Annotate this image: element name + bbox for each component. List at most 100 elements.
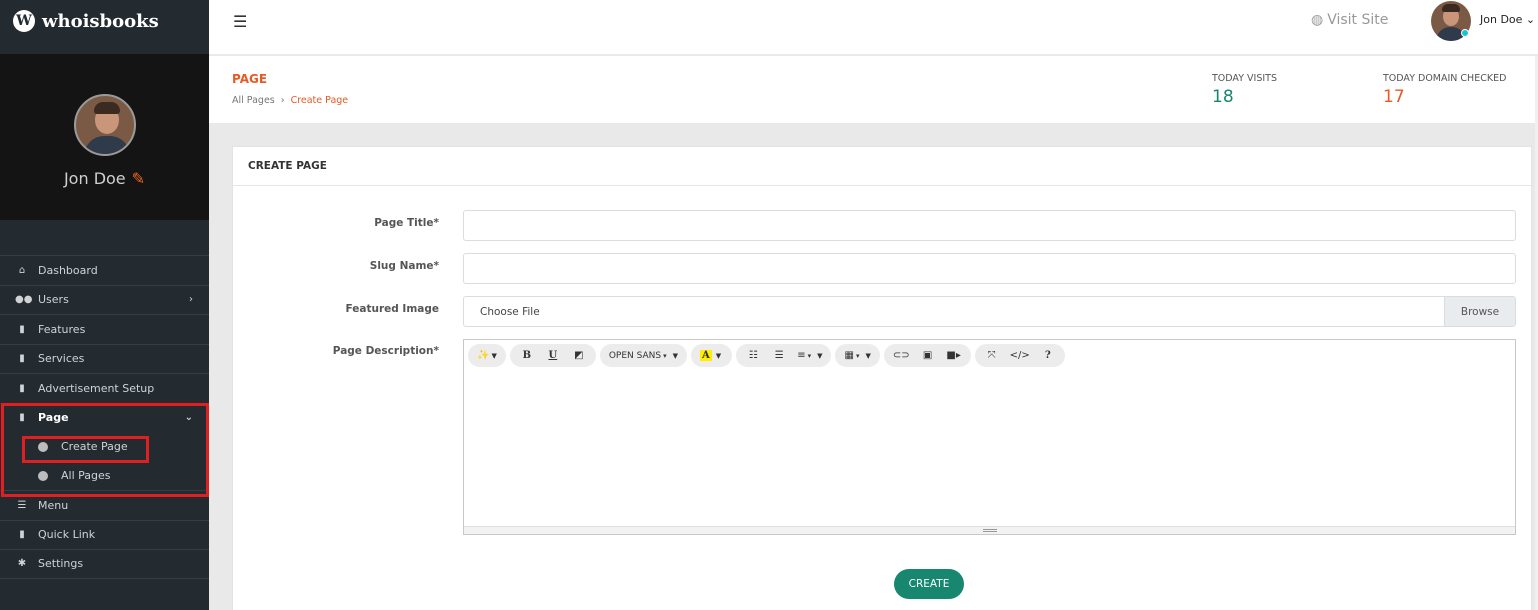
sidebar: W whoisbooks Jon Doe ✎ ⌂ Dashboard ●● Us… [0,0,209,610]
pages-icon: ▮ [19,529,25,541]
sidebar-item-page[interactable]: ▮ Page ⌄ [0,402,209,433]
sidebar-subitem-label: Create Page [61,440,128,453]
sidebar-item-label: Features [38,322,86,336]
create-page-card: CREATE PAGE Page Title* Slug Name* Featu… [232,146,1532,610]
magic-wand-icon[interactable]: ✨ ▼ [474,346,500,366]
bullet-list-icon[interactable]: ☷ [742,346,764,366]
sidebar-item-label: Advertisement Setup [38,381,155,395]
featured-image-file-input[interactable]: Choose File Browse [463,296,1516,327]
bold-icon[interactable]: B [516,346,538,366]
list-icon: ☰ [17,499,27,511]
page-description-label: Page Description* [332,345,439,357]
pages-icon: ▮ [19,412,25,424]
brand-strip [0,42,209,54]
image-icon[interactable]: ▣ [917,346,939,366]
text-color-icon[interactable]: A ▼ [697,346,726,366]
video-icon[interactable]: ■▸ [943,346,965,366]
editor-content-area[interactable] [464,372,1515,526]
brand-name: whoisbooks [42,10,159,32]
toolbar-group-style: ✨ ▼ [468,344,506,367]
rich-text-editor: ✨ ▼ B U ◩ OPEN SANS ▾ ▼ A ▼ ☷ ☰ ≡ ▾ ▼ ▦ ▾ ▼ [463,339,1516,535]
sidebar-subitem-label: All Pages [61,469,111,482]
user-menu-name: Jon Doe [1480,13,1523,26]
profile-panel: Jon Doe ✎ [0,54,209,220]
online-status-icon [1461,29,1469,37]
stat-label: TODAY VISITS [1212,73,1277,84]
users-icon: ●● [15,294,33,306]
toolbar-group-color: A ▼ [691,344,733,367]
brand-logo-icon: W [13,10,35,32]
sidebar-item-label: Menu [38,498,69,512]
user-menu[interactable]: Jon Doe ⌄ [1480,13,1535,26]
eraser-icon[interactable]: ◩ [568,346,590,366]
hamburger-icon[interactable]: ☰ [233,12,247,31]
featured-image-label: Featured Image [345,303,440,315]
stat-label: TODAY DOMAIN CHECKED [1383,73,1507,84]
stat-value: 18 [1212,87,1234,107]
visit-site-label: Visit Site [1327,12,1389,28]
sidebar-item-services[interactable]: ▮ Services [0,343,209,374]
sidebar-item-features[interactable]: ▮ Features [0,314,209,344]
profile-name-text: Jon Doe [63,169,126,188]
align-icon[interactable]: ≡ ▾ ▼ [794,346,825,366]
sidebar-item-menu[interactable]: ☰ Menu [0,490,209,520]
editor-resize-handle[interactable] [464,526,1515,534]
link-icon[interactable]: ⊂⊃ [890,346,913,366]
slug-name-label: Slug Name* [369,260,439,272]
pages-icon: ▮ [19,323,25,335]
visit-site-link[interactable]: ◍ Visit Site [1311,12,1388,28]
sidebar-item-label: Page [38,411,69,425]
underline-icon[interactable]: U [542,346,564,366]
font-family-dropdown[interactable]: OPEN SANS ▾ ▼ [606,346,681,366]
editor-toolbar: ✨ ▼ B U ◩ OPEN SANS ▾ ▼ A ▼ ☷ ☰ ≡ ▾ ▼ ▦ ▾ ▼ [468,344,1065,367]
slug-name-input[interactable] [463,253,1516,284]
pages-icon: ▮ [19,382,25,394]
avatar [73,94,136,156]
edit-icon[interactable]: ✎ [132,169,145,188]
font-family-name: OPEN SANS [608,350,662,361]
sidebar-item-advertisement-setup[interactable]: ▮ Advertisement Setup [0,373,209,403]
sidebar-item-label: Quick Link [38,528,96,542]
browse-button[interactable]: Browse [1444,297,1515,326]
page-header: PAGE All Pages › Create Page TODAY VISIT… [209,56,1538,123]
toolbar-group-font: OPEN SANS ▾ ▼ [599,344,688,367]
ordered-list-icon[interactable]: ☰ [768,346,790,366]
toolbar-group-para: ☷ ☰ ≡ ▾ ▼ [736,344,832,367]
chevron-down-icon: ⌄ [184,412,193,424]
gear-icon: ✱ [17,558,27,570]
pages-icon: ▮ [19,353,25,365]
breadcrumb-separator: › [280,95,285,106]
sidebar-item-dashboard[interactable]: ⌂ Dashboard [0,255,209,285]
toolbar-group-insert: ⊂⊃ ▣ ■▸ [883,344,971,367]
chevron-down-icon: ⌄ [1525,13,1536,26]
sidebar-item-settings[interactable]: ✱ Settings [0,549,209,579]
sidebar-item-label: Users [38,293,69,307]
toolbar-group-table: ▦ ▾ ▼ [835,344,880,367]
sidebar-subitem-create-page[interactable]: Create Page [0,432,209,461]
help-icon[interactable]: ? [1037,346,1059,366]
bullet-icon [38,470,48,481]
toolbar-group-font-style: B U ◩ [509,344,596,367]
code-view-icon[interactable]: </> [1007,346,1033,366]
stat-today-visits: TODAY VISITS 18 [1212,73,1277,107]
stat-value: 17 [1383,87,1405,107]
home-icon: ⌂ [18,264,26,276]
sidebar-subitem-all-pages[interactable]: All Pages [0,461,209,490]
bullet-icon [38,441,48,452]
page-title-input[interactable] [463,210,1516,241]
sidebar-item-quick-link[interactable]: ▮ Quick Link [0,519,209,550]
table-icon[interactable]: ▦ ▾ ▼ [841,346,873,366]
brand[interactable]: W whoisbooks [0,0,209,42]
page-title: PAGE [232,72,268,86]
breadcrumb-current: Create Page [290,95,349,106]
nav-gap [0,220,209,255]
stat-today-domain-checked: TODAY DOMAIN CHECKED 17 [1383,73,1506,107]
toolbar-group-view: ⤧ </> ? [974,344,1065,367]
file-input-text: Choose File [480,305,540,318]
fullscreen-icon[interactable]: ⤧ [981,346,1003,366]
profile-name: Jon Doe ✎ [64,169,145,188]
breadcrumb-all-pages[interactable]: All Pages [232,95,275,106]
sidebar-item-label: Dashboard [38,263,98,277]
create-button[interactable]: CREATE [894,569,964,599]
sidebar-item-users[interactable]: ●● Users › [0,284,209,315]
